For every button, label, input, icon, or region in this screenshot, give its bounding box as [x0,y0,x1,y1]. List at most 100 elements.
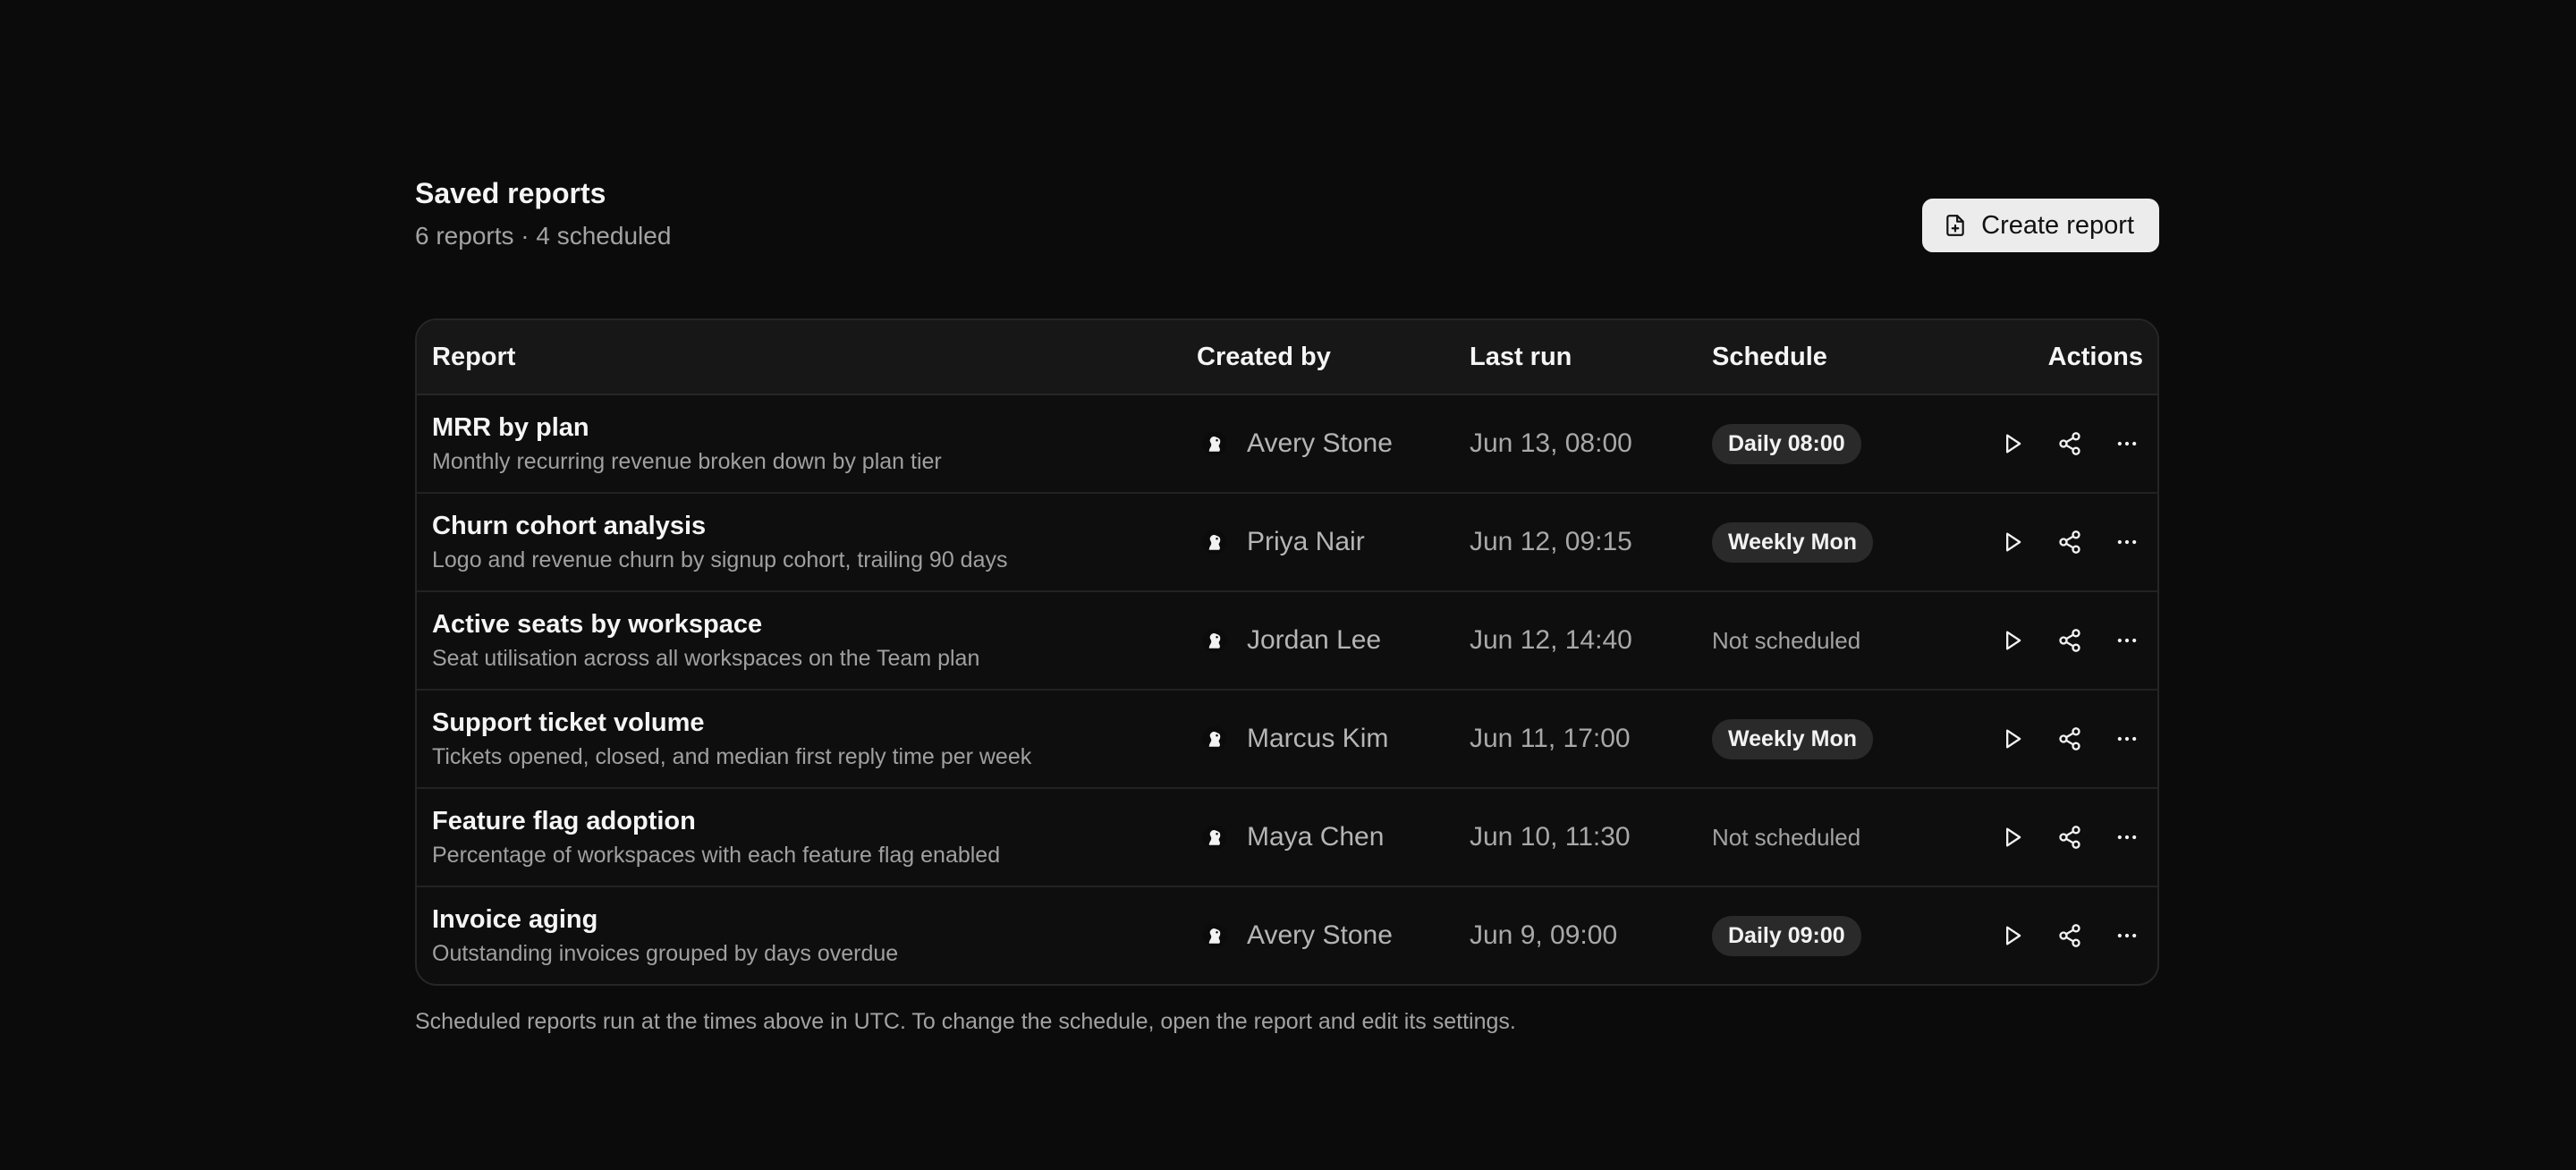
creator-name: Priya Nair [1247,527,1365,556]
column-header-last-run: Last run [1470,342,1572,371]
more-horizontal-icon [2117,441,2137,446]
run-button[interactable] [1996,428,2029,460]
create-report-label: Create report [1981,210,2134,240]
more-button[interactable] [2111,624,2143,657]
user-avatar-icon [1197,426,1233,462]
share-button[interactable] [2054,723,2086,755]
run-button[interactable] [1996,624,2029,657]
report-cell: MRR by plan Monthly recurring revenue br… [417,411,1197,476]
table-row[interactable]: Churn cohort analysis Logo and revenue c… [417,494,2157,592]
schedule-badge: Daily 08:00 [1712,423,1861,464]
run-button[interactable] [1996,526,2029,558]
created-by-cell: Avery Stone [1197,426,1470,462]
report-description: Monthly recurring revenue broken down by… [432,449,942,474]
share-button[interactable] [2054,920,2086,952]
share-icon [2059,727,2080,750]
share-icon [2059,629,2080,652]
report-cell: Invoice aging Outstanding invoices group… [417,903,1197,968]
share-icon [2059,826,2080,849]
share-icon [2059,924,2080,947]
report-description: Tickets opened, closed, and median first… [432,744,1032,769]
create-report-button[interactable]: Create report [1922,199,2159,252]
share-button[interactable] [2054,526,2086,558]
actions-cell [1946,821,2157,853]
table-row[interactable]: Invoice aging Outstanding invoices group… [417,887,2157,984]
more-button[interactable] [2111,821,2143,853]
run-button[interactable] [1996,920,2029,952]
more-button[interactable] [2111,723,2143,755]
share-button[interactable] [2054,821,2086,853]
report-description: Seat utilisation across all workspaces o… [432,646,980,671]
user-avatar-icon [1197,623,1233,658]
column-header-report: Report [432,342,516,371]
schedule-status: Not scheduled [1712,626,1861,654]
created-by-cell: Marcus Kim [1197,721,1470,757]
created-by-cell: Jordan Lee [1197,623,1470,658]
play-icon [2006,827,2021,847]
more-button[interactable] [2111,428,2143,460]
last-run: Jun 12, 09:15 [1470,527,1632,556]
report-name[interactable]: MRR by plan [432,411,1197,444]
last-run: Jun 11, 17:00 [1470,724,1631,753]
last-run: Jun 13, 08:00 [1470,428,1632,458]
report-name[interactable]: Feature flag adoption [432,805,1197,837]
report-count: 6 reports · 4 scheduled [415,222,672,250]
play-icon [2006,729,2021,749]
more-button[interactable] [2111,526,2143,558]
last-run: Jun 9, 09:00 [1470,920,1618,950]
actions-cell [1946,526,2157,558]
play-icon [2006,434,2021,454]
play-icon [2006,532,2021,552]
panel-header: Saved reports 6 reports · 4 scheduled Cr… [415,175,2159,283]
table-row[interactable]: Feature flag adoption Percentage of work… [417,789,2157,887]
schedule-badge: Weekly Mon [1712,718,1874,759]
table-row[interactable]: Support ticket volume Tickets opened, cl… [417,691,2157,789]
actions-cell [1946,723,2157,755]
creator: Marcus Kim [1197,721,1470,757]
column-header-actions: Actions [2047,342,2143,371]
user-avatar-icon [1197,819,1233,855]
actions-cell [1946,428,2157,460]
more-button[interactable] [2111,920,2143,952]
play-icon [2006,631,2021,650]
schedule-cell: Weekly Mon [1712,718,1946,759]
user-avatar-icon [1197,918,1233,954]
share-icon [2059,530,2080,554]
saved-reports-panel: Saved reports 6 reports · 4 scheduled Cr… [415,175,2159,1035]
report-name[interactable]: Support ticket volume [432,707,1197,739]
report-name[interactable]: Active seats by workspace [432,608,1197,640]
schedule-footnote: Scheduled reports run at the times above… [415,1009,1516,1034]
run-button[interactable] [1996,821,2029,853]
run-button[interactable] [1996,723,2029,755]
creator: Avery Stone [1197,918,1470,954]
table-row[interactable]: MRR by plan Monthly recurring revenue br… [417,395,2157,494]
report-cell: Support ticket volume Tickets opened, cl… [417,707,1197,771]
more-horizontal-icon [2117,933,2137,938]
report-name[interactable]: Churn cohort analysis [432,510,1197,542]
column-header-created-by: Created by [1197,342,1331,371]
table-header: Report Created by Last run Schedule Acti… [417,320,2157,395]
user-avatar-icon [1197,721,1233,757]
report-description: Outstanding invoices grouped by days ove… [432,941,899,966]
share-icon [2059,432,2080,455]
report-cell: Feature flag adoption Percentage of work… [417,805,1197,869]
schedule-cell: Not scheduled [1712,824,1946,852]
share-button[interactable] [2054,624,2086,657]
report-name[interactable]: Invoice aging [432,903,1197,936]
report-cell: Active seats by workspace Seat utilisati… [417,608,1197,673]
reports-table: Report Created by Last run Schedule Acti… [415,318,2159,986]
creator: Maya Chen [1197,819,1470,855]
table-body: MRR by plan Monthly recurring revenue br… [417,395,2157,984]
schedule-cell: Not scheduled [1712,627,1946,655]
schedule-badge: Daily 09:00 [1712,915,1861,956]
user-avatar-icon [1197,524,1233,560]
created-by-cell: Priya Nair [1197,524,1470,560]
last-run: Jun 12, 14:40 [1470,625,1632,655]
column-header-schedule: Schedule [1712,342,1827,371]
more-horizontal-icon [2117,736,2137,742]
actions-cell [1946,920,2157,952]
table-row[interactable]: Active seats by workspace Seat utilisati… [417,592,2157,691]
creator-name: Avery Stone [1247,920,1393,950]
report-description: Percentage of workspaces with each featu… [432,843,1001,868]
share-button[interactable] [2054,428,2086,460]
